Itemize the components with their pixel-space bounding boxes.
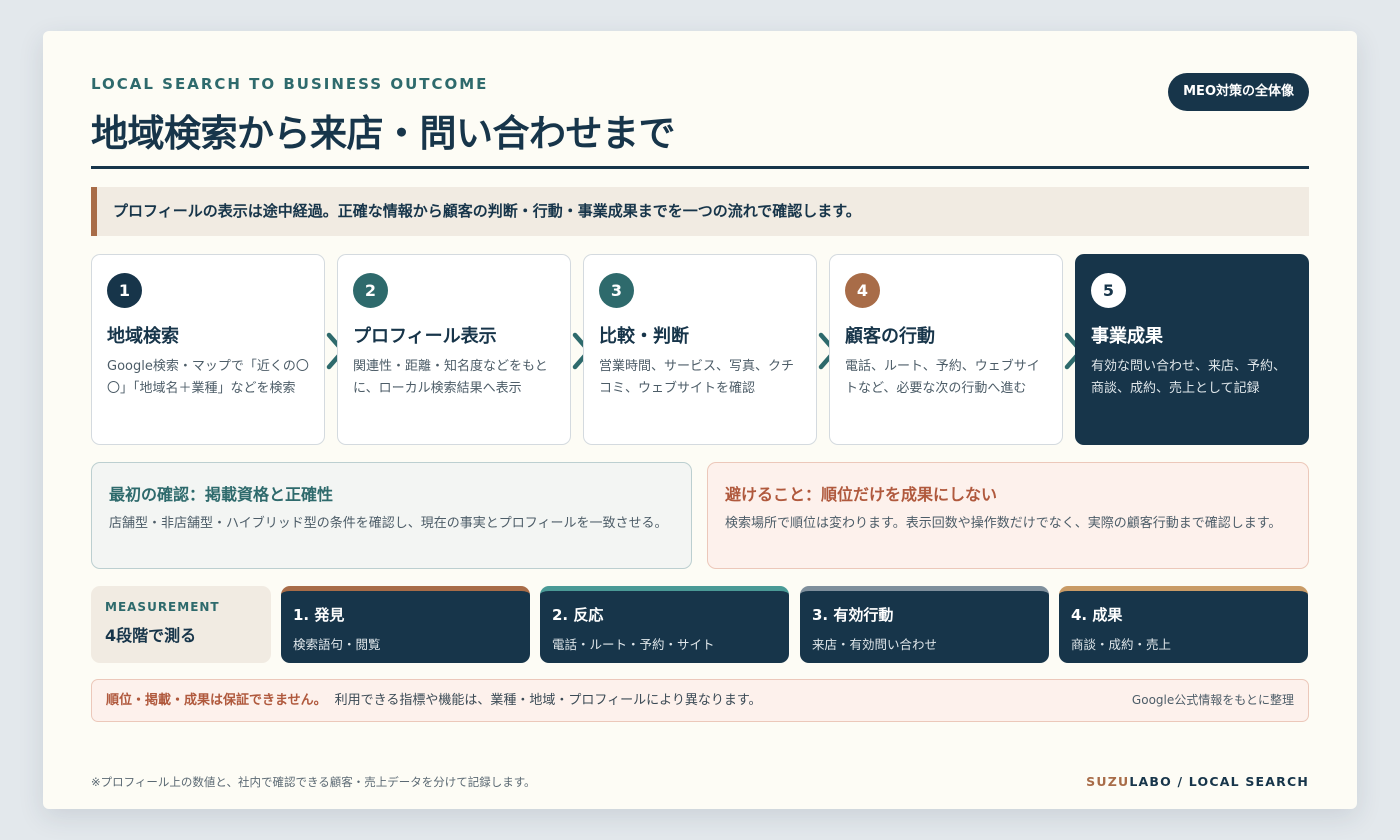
phase-title: 2. 反応 [552,606,604,624]
phase-description: 検索語句・閲覧 [293,637,381,652]
source-note: Google公式情報をもとに整理 [1131,693,1294,707]
step-card-highlight: 5 事業成果 有効な問い合わせ、来店、予約、商談、成約、売上として記録 [1075,254,1309,445]
phase-card: 4. 成果 商談・成約・売上 [1059,586,1308,663]
eyebrow: LOCAL SEARCH TO BUSINESS OUTCOME [91,75,489,93]
measurement-label: MEASUREMENT 4段階で測る [91,586,271,663]
disclaimer-text: 利用できる指標や機能は、業種・地域・プロフィールにより異なります。 [334,693,762,708]
step-title: 顧客の行動 [845,326,935,347]
step-title: プロフィール表示 [353,326,497,347]
step-card: 4 顧客の行動 電話、ルート、予約、ウェブサイトなど、必要な次の行動へ進む [829,254,1063,445]
step-title: 地域検索 [107,326,179,347]
slide-card: LOCAL SEARCH TO BUSINESS OUTCOME 地域検索から来… [43,31,1357,809]
step-description: 関連性・距離・知名度などをもとに、ローカル検索結果へ表示 [353,359,548,396]
phase-card: 1. 発見 検索語句・閲覧 [281,586,530,663]
disclaimer-bold: 順位・掲載・成果は保証できません。 [106,693,327,708]
step-title: 事業成果 [1091,326,1163,347]
note-title: 避けること：順位だけを成果にしない [725,485,998,504]
phase-description: 商談・成約・売上 [1071,637,1172,652]
flow-steps: 1 地域検索 Google検索・マップで「近くの〇〇」「地域名＋業種」などを検索… [91,254,1309,445]
phase-card: 2. 反応 電話・ルート・予約・サイト [540,586,789,663]
step-description: Google検索・マップで「近くの〇〇」「地域名＋業種」などを検索 [107,359,309,396]
phase-description: 来店・有効問い合わせ [812,637,938,652]
step-number: 3 [599,273,634,308]
step-number: 2 [353,273,388,308]
lead-callout: プロフィールの表示は途中経過。正確な情報から顧客の判断・行動・事業成果までを一つ… [91,187,1309,236]
step-card: 3 比較・判断 営業時間、サービス、写真、クチコミ、ウェブサイトを確認 [583,254,817,445]
brand-part-b: LABO / LOCAL SEARCH [1129,774,1309,789]
overview-badge: MEO対策の全体像 [1168,73,1309,111]
footer-note: ※プロフィール上の数値と、社内で確認できる顧客・売上データを分けて記録します。 [91,775,536,789]
note-description: 店舗型・非店舗型・ハイブリッド型の条件を確認し、現在の事実とプロフィールを一致さ… [109,516,668,531]
step-card: 1 地域検索 Google検索・マップで「近くの〇〇」「地域名＋業種」などを検索 [91,254,325,445]
step-number: 4 [845,273,880,308]
phase-title: 1. 発見 [293,606,345,624]
brand-part-a: SUZU [1086,774,1130,789]
phase-title: 3. 有効行動 [812,606,894,624]
step-card: 2 プロフィール表示 関連性・距離・知名度などをもとに、ローカル検索結果へ表示 [337,254,571,445]
note-title: 最初の確認：掲載資格と正確性 [109,485,334,504]
measurement-title: 4段階で測る [105,626,197,645]
eligibility-note: 最初の確認：掲載資格と正確性 店舗型・非店舗型・ハイブリッド型の条件を確認し、現… [91,462,692,569]
header: LOCAL SEARCH TO BUSINESS OUTCOME 地域検索から来… [91,73,1309,169]
phase-card: 3. 有効行動 来店・有効問い合わせ [800,586,1049,663]
disclaimer-bar: 順位・掲載・成果は保証できません。 利用できる指標や機能は、業種・地域・プロフィー… [91,679,1309,722]
step-description: 電話、ルート、予約、ウェブサイトなど、必要な次の行動へ進む [845,359,1040,396]
note-description: 検索場所で順位は変わります。表示回数や操作数だけでなく、実際の顧客行動まで確認し… [725,516,1282,531]
step-description: 有効な問い合わせ、来店、予約、商談、成約、売上として記録 [1091,359,1287,396]
step-number: 5 [1091,273,1126,308]
step-number: 1 [107,273,142,308]
phase-description: 電話・ルート・予約・サイト [552,637,715,652]
step-description: 営業時間、サービス、写真、クチコミ、ウェブサイトを確認 [599,359,795,396]
phase-title: 4. 成果 [1071,606,1123,624]
page-title: 地域検索から来店・問い合わせまで [91,112,676,155]
measurement-eyebrow: MEASUREMENT [105,600,220,614]
avoid-note: 避けること：順位だけを成果にしない 検索場所で順位は変わります。表示回数や操作数… [707,462,1309,569]
step-title: 比較・判断 [599,326,689,347]
brand-logo: SUZULABO / LOCAL SEARCH [1086,774,1309,789]
